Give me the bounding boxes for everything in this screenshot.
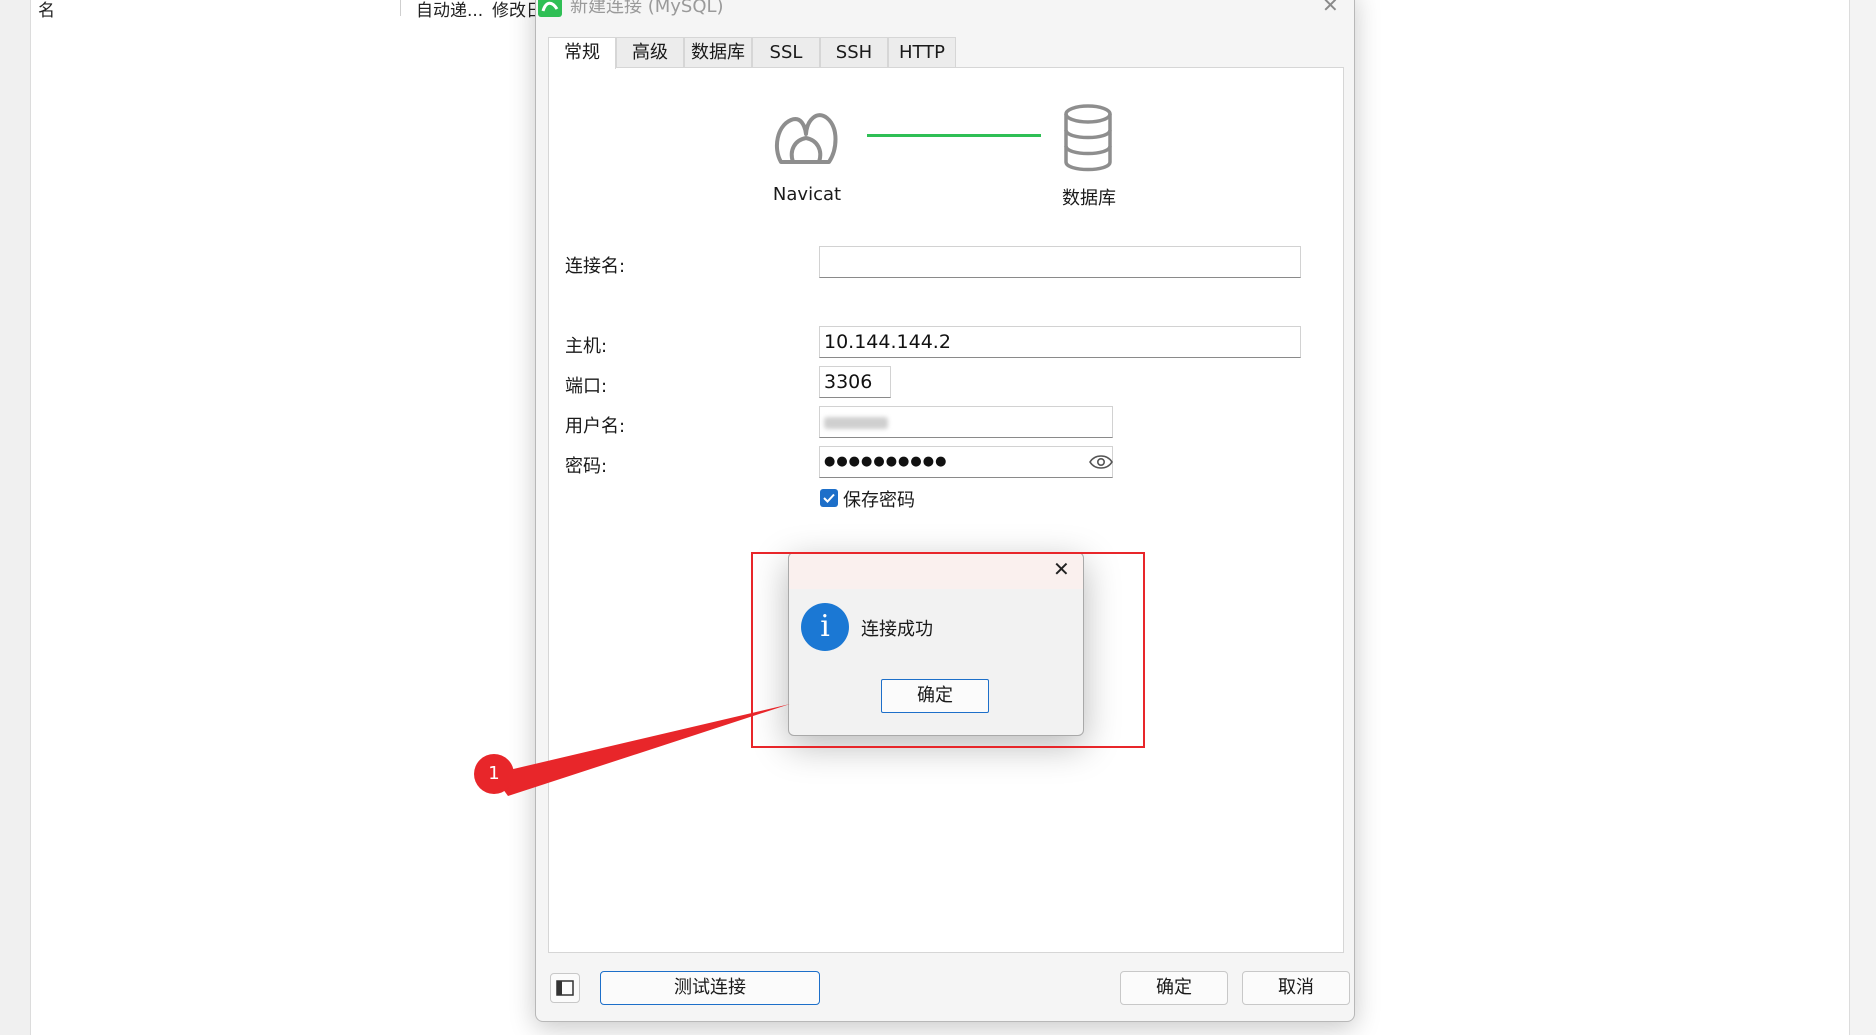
navicat-logo-icon — [771, 104, 841, 174]
username-blurred-value — [824, 417, 888, 429]
port-label: 端口: — [565, 376, 608, 397]
password-input[interactable]: ●●●●●●●●●● — [819, 446, 1113, 478]
host-label: 主机: — [565, 336, 608, 357]
database-icon — [1061, 104, 1115, 174]
background-column-separator — [400, 0, 401, 16]
save-password-label: 保存密码 — [843, 490, 915, 511]
username-label: 用户名: — [565, 416, 626, 437]
tab-http[interactable]: HTTP — [888, 37, 956, 68]
background-right-panel — [1849, 0, 1876, 1035]
navicat-app-icon — [538, 0, 562, 17]
annotation-highlight-box — [751, 552, 1145, 748]
general-tab-panel: Navicat 数据库 连接名: 主机: 10.144.144.2 端口: 33… — [548, 67, 1344, 953]
ok-button[interactable]: 确定 — [1120, 971, 1228, 1005]
annotation-number-badge: 1 — [474, 754, 514, 794]
connection-name-label: 连接名: — [565, 256, 626, 277]
background-left-panel — [0, 0, 31, 1035]
port-input[interactable]: 3306 — [819, 366, 891, 398]
dialog-title: 新建连接 (MySQL) — [570, 0, 724, 17]
test-connection-button[interactable]: 测试连接 — [600, 971, 820, 1005]
tab-general[interactable]: 常规 — [548, 37, 616, 69]
background-column-header-name: 名 — [38, 1, 55, 21]
sidebar-toggle-icon — [556, 980, 574, 996]
cancel-button[interactable]: 取消 — [1242, 971, 1350, 1005]
dialog-close-icon[interactable]: ✕ — [1322, 0, 1339, 17]
new-connection-dialog: 新建连接 (MySQL) ✕ 常规 高级 数据库 SSL SSH HTTP Na… — [535, 0, 1355, 1022]
tab-ssh[interactable]: SSH — [820, 37, 888, 68]
host-input[interactable]: 10.144.144.2 — [819, 326, 1301, 358]
connection-line — [867, 134, 1041, 137]
database-label: 数据库 — [1062, 188, 1116, 209]
username-input[interactable] — [819, 406, 1113, 438]
tab-database[interactable]: 数据库 — [684, 37, 752, 68]
background-column-header-auto: 自动递... — [416, 1, 484, 21]
password-label: 密码: — [565, 456, 608, 477]
navicat-label: Navicat — [772, 184, 842, 205]
connection-name-input[interactable] — [819, 246, 1301, 278]
dialog-titlebar[interactable]: 新建连接 (MySQL) ✕ — [536, 0, 1354, 17]
tab-advanced[interactable]: 高级 — [616, 37, 684, 68]
show-password-eye-icon[interactable] — [1089, 452, 1113, 472]
tab-ssl[interactable]: SSL — [752, 37, 820, 68]
save-password-checkbox[interactable] — [820, 489, 838, 507]
toggle-panel-button[interactable] — [550, 973, 580, 1003]
